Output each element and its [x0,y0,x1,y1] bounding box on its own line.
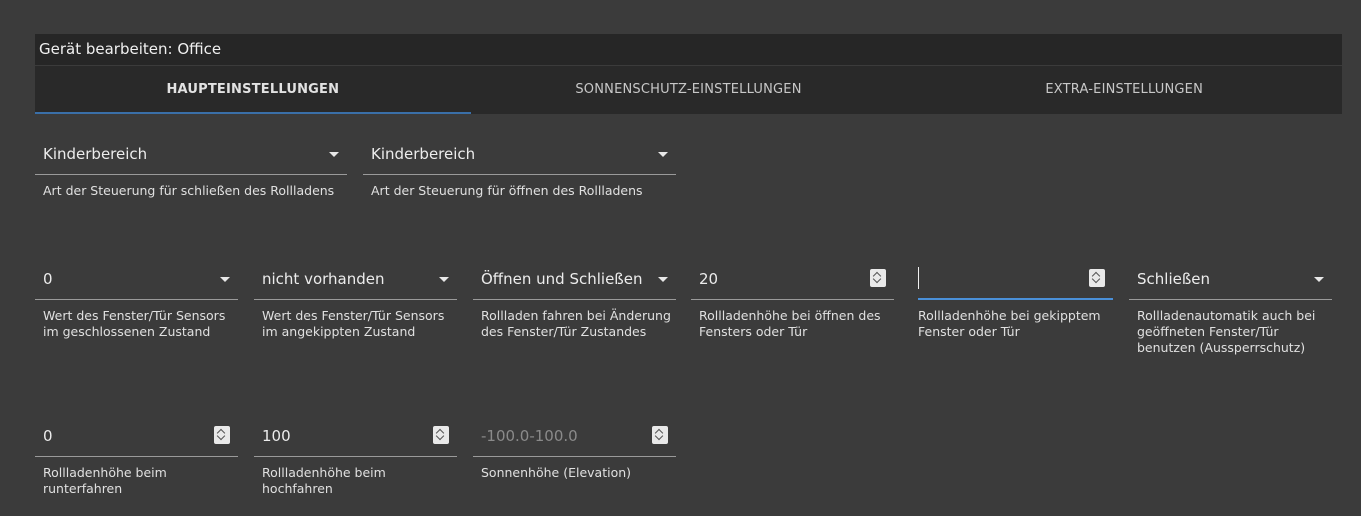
dialog-title: Gerät bearbeiten: Office [35,34,1342,65]
height-down-label: Rollladenhöhe beim runterfahren [43,465,167,496]
chevron-down-icon [658,152,668,157]
tab-bar: HAUPTEINSTELLUNGEN SONNENSCHUTZ-EINSTELL… [35,66,1342,114]
chevron-down-icon [329,152,339,157]
sensor-tilted-label: Wert des Fenster/Tür Sensors im angekipp… [262,308,445,339]
chevron-down-icon [439,277,449,282]
height-down-value: 0 [43,427,53,445]
elevation-input[interactable]: -100.0-100.0 [473,419,676,457]
tab-extra-einstellungen[interactable]: EXTRA-EINSTELLUNGEN [906,66,1342,114]
tab-sonnenschutz-einstellungen[interactable]: SONNENSCHUTZ-EINSTELLUNGEN [471,66,907,114]
tab-haupteinstellungen[interactable]: HAUPTEINSTELLUNGEN [35,66,471,114]
chevron-down-icon [220,277,230,282]
elevation-label: Sonnenhöhe (Elevation) [481,465,632,480]
lockout-protection-label: Rollladenautomatik auch bei geöffneten F… [1137,308,1316,355]
close-control-select[interactable]: Kinderbereich [35,137,347,175]
drive-on-change-select[interactable]: Öffnen und Schließen [473,262,676,300]
sensor-closed-label: Wert des Fenster/Tür Sensors im geschlos… [43,308,226,339]
height-tilted-window-input[interactable] [918,262,1113,300]
height-open-window-input[interactable]: 20 [691,262,894,300]
height-up-input[interactable]: 100 [254,419,457,457]
sensor-tilted-select[interactable]: nicht vorhanden [254,262,457,300]
elevation-placeholder: -100.0-100.0 [481,427,578,445]
spinner-icon[interactable] [433,426,449,444]
height-open-window-value: 20 [699,270,719,288]
close-control-label: Art der Steuerung für schließen des Roll… [43,183,335,198]
sensor-closed-select[interactable]: 0 [35,262,238,300]
open-control-select[interactable]: Kinderbereich [363,137,676,175]
height-up-label: Rollladenhöhe beim hochfahren [262,465,386,496]
height-tilted-window-label: Rollladenhöhe bei gekipptem Fenster oder… [918,308,1101,339]
spinner-icon[interactable] [652,426,668,444]
open-control-value: Kinderbereich [371,145,476,163]
lockout-protection-value: Schließen [1137,270,1211,288]
chevron-down-icon [1314,277,1324,282]
height-down-input[interactable]: 0 [35,419,238,457]
open-control-label: Art der Steuerung für öffnen des Rolllad… [371,183,643,198]
chevron-down-icon [658,277,668,282]
sensor-closed-value: 0 [43,270,53,288]
height-up-value: 100 [262,427,291,445]
text-caret [918,267,919,289]
drive-on-change-label: Rollladen fahren bei Änderung des Fenste… [481,308,671,339]
spinner-icon[interactable] [1089,269,1105,287]
lockout-protection-select[interactable]: Schließen [1129,262,1332,300]
spinner-icon[interactable] [214,426,230,444]
spinner-icon[interactable] [870,269,886,287]
drive-on-change-value: Öffnen und Schließen [481,270,643,288]
sensor-tilted-value: nicht vorhanden [262,270,385,288]
close-control-value: Kinderbereich [43,145,148,163]
height-open-window-label: Rollladenhöhe bei öffnen des Fensters od… [699,308,881,339]
